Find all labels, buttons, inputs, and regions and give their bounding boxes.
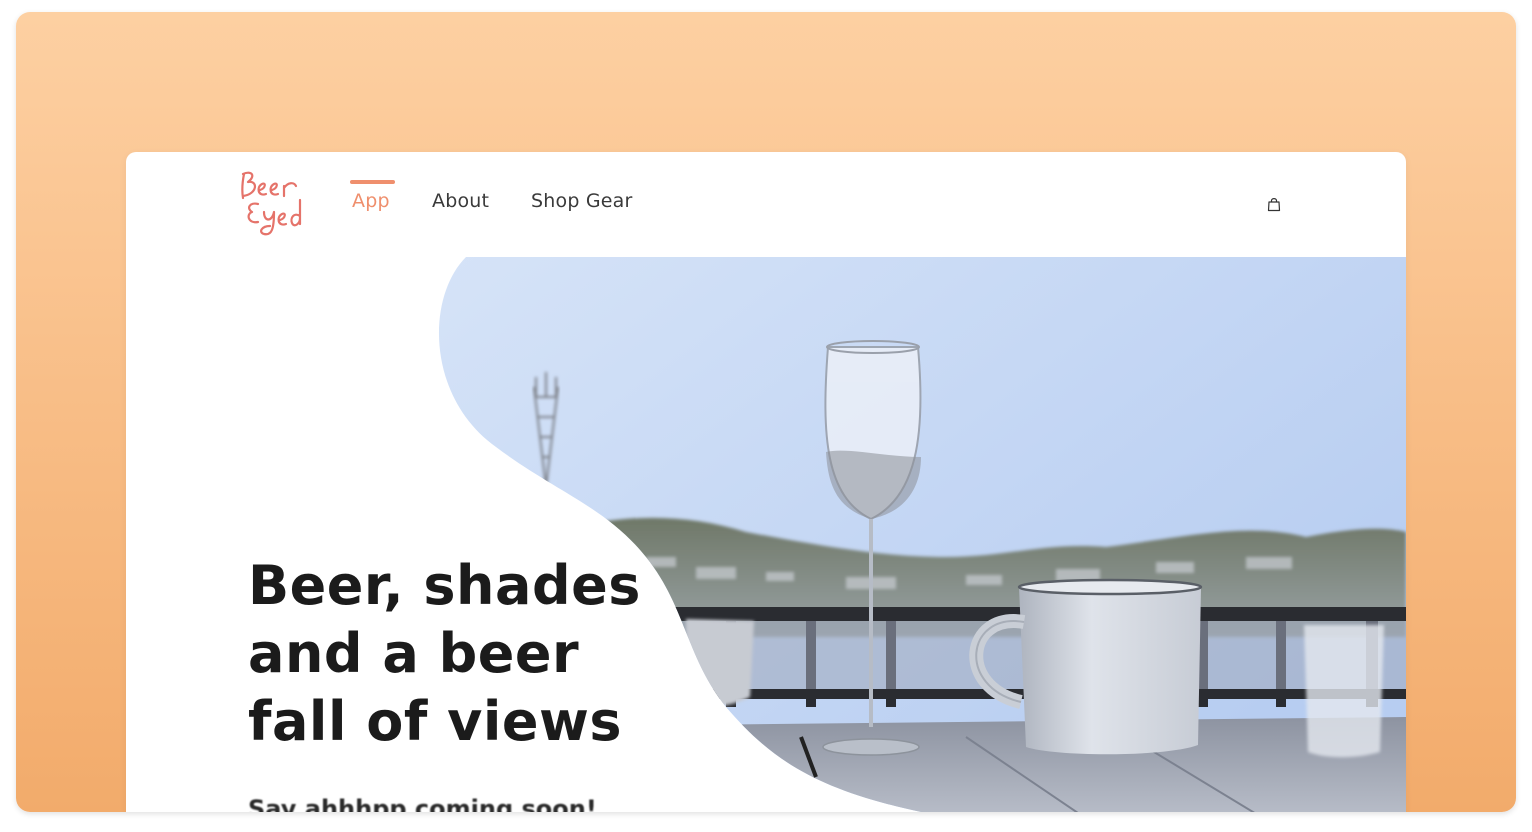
shopping-bag-icon[interactable] [1266, 196, 1282, 212]
beer-eyed-logo[interactable] [236, 166, 316, 240]
browser-card: App About Shop Gear Beer, shades and a b… [126, 152, 1406, 812]
nav-item-app[interactable]: App [352, 190, 390, 212]
nav-item-shop-gear[interactable]: Shop Gear [531, 190, 633, 212]
page-background: App About Shop Gear Beer, shades and a b… [16, 12, 1516, 812]
hero-headline: Beer, shades and a beer fall of views [248, 554, 641, 753]
hero-subline: Say ahhhpp coming soon! [248, 795, 597, 812]
hero-section: Beer, shades and a beer fall of views Sa… [126, 257, 1406, 812]
active-tab-indicator [350, 180, 395, 184]
nav-item-about[interactable]: About [432, 190, 489, 212]
